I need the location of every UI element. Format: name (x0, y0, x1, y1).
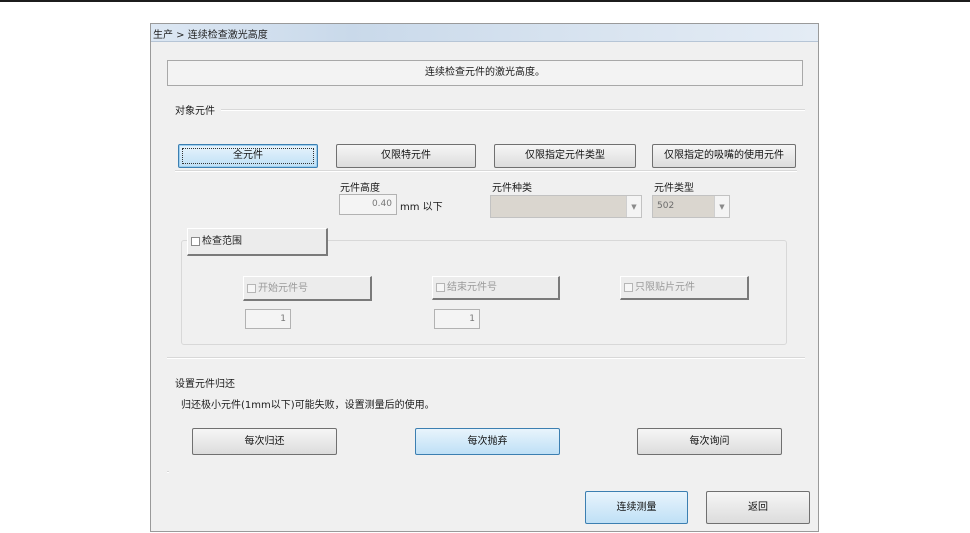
type-dropdown[interactable]: 502 ▼ (652, 195, 730, 218)
end-component-label: 结束元件号 (447, 282, 497, 293)
height-unit: mm 以下 (400, 202, 443, 213)
continuous-measure-label: 连续测量 (616, 502, 657, 513)
chip-only-button[interactable]: 只限贴片元件 (620, 276, 749, 300)
back-button[interactable]: 返回 (706, 491, 810, 524)
height-input[interactable]: 0.40 (339, 194, 397, 215)
target-section-divider (221, 109, 805, 111)
top-border-line (0, 0, 970, 2)
only-nozzle-label: 仅限指定的吸嘴的使用元件 (664, 150, 784, 161)
only-type-button[interactable]: 仅限指定元件类型 (494, 144, 636, 168)
continuous-measure-button[interactable]: 连续测量 (585, 491, 688, 524)
return-section-note: 归还极小元件(1mm以下)可能失败，设置测量后的使用。 (181, 400, 435, 411)
each-ask-label: 每次询问 (689, 436, 730, 447)
height-label: 元件高度 (340, 183, 380, 194)
start-component-checkbox[interactable] (247, 283, 256, 293)
type-label: 元件类型 (654, 183, 694, 194)
range-checkbox-label: 检查范围 (202, 236, 242, 247)
kind-label: 元件种类 (492, 183, 532, 194)
each-return-label: 每次归还 (244, 436, 285, 447)
back-label: 返回 (748, 502, 768, 513)
only-nozzle-button[interactable]: 仅限指定的吸嘴的使用元件 (652, 144, 796, 168)
all-components-button[interactable]: 全元件 (178, 144, 318, 168)
only-type-label: 仅限指定元件类型 (525, 150, 605, 161)
type-dropdown-value: 502 (657, 201, 675, 211)
end-component-button[interactable]: 结束元件号 (432, 276, 560, 300)
start-component-input[interactable]: 1 (245, 309, 291, 329)
section-divider (167, 357, 805, 359)
focus-rectangle (182, 148, 314, 164)
only-specified-button[interactable]: 仅限特元件 (336, 144, 476, 168)
end-component-checkbox[interactable] (436, 282, 445, 292)
chevron-down-icon: ▼ (626, 196, 641, 217)
each-discard-label: 每次抛弃 (467, 436, 508, 447)
only-specified-label: 仅限特元件 (381, 150, 431, 161)
end-component-input[interactable]: 1 (434, 309, 480, 329)
message-box: 连续检查元件的激光高度。 (167, 60, 803, 86)
start-component-button[interactable]: 开始元件号 (243, 276, 372, 301)
range-checkbox-button[interactable]: 检查范围 (187, 228, 328, 256)
range-checkbox[interactable] (191, 236, 200, 246)
start-component-label: 开始元件号 (258, 283, 308, 294)
chip-only-label: 只限贴片元件 (635, 282, 695, 293)
each-return-button[interactable]: 每次归还 (192, 428, 337, 455)
return-section-title: 设置元件归还 (175, 379, 235, 390)
title-bar: 生产 > 连续检查激光高度 (151, 24, 818, 42)
target-section-title: 对象元件 (175, 106, 215, 117)
dialog-window: 生产 > 连续检查激光高度 连续检查元件的激光高度。 对象元件 全元件 仅限特元… (150, 23, 819, 532)
window-title: 生产 > 连续检查激光高度 (153, 30, 268, 41)
left-margin-mark (167, 471, 169, 473)
chevron-down-icon: ▼ (714, 196, 729, 217)
each-discard-button[interactable]: 每次抛弃 (415, 428, 560, 455)
chip-only-checkbox[interactable] (624, 282, 633, 292)
buttons-divider (175, 170, 797, 172)
each-ask-button[interactable]: 每次询问 (637, 428, 782, 455)
kind-dropdown[interactable]: ▼ (490, 195, 642, 218)
